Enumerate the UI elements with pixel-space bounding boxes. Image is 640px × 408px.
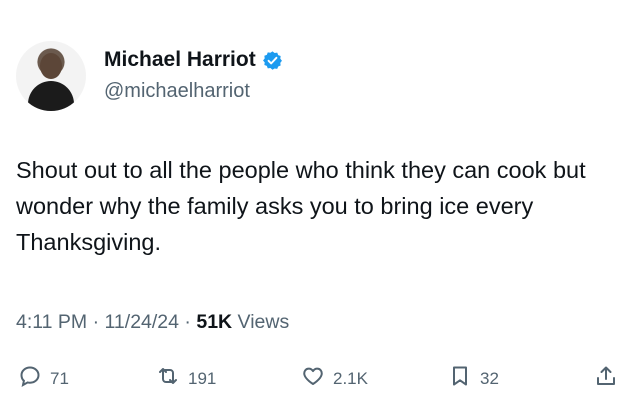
like-button[interactable]: 2.1K: [301, 364, 368, 393]
author-name[interactable]: Michael Harriot: [104, 48, 256, 72]
tweet-time[interactable]: 4:11 PM: [16, 311, 87, 333]
avatar-body: [28, 81, 74, 111]
views-label: Views: [237, 311, 290, 333]
avatar[interactable]: [16, 41, 86, 111]
repost-count: 191: [188, 368, 217, 388]
bookmark-icon: [448, 364, 472, 393]
tweet-date[interactable]: 11/24/24: [105, 311, 179, 333]
meta-separator: ·: [184, 311, 197, 333]
tweet-text: Shout out to all the people who think th…: [16, 157, 586, 255]
reply-count: 71: [50, 368, 69, 388]
meta-separator: ·: [92, 311, 105, 333]
repost-button[interactable]: 191: [156, 364, 216, 393]
avatar-head: [40, 53, 62, 79]
action-bar: 71 191 2.1K 32: [16, 364, 624, 394]
verified-badge-icon: [262, 50, 283, 71]
share-icon: [594, 364, 618, 393]
like-icon: [301, 364, 325, 393]
repost-icon: [156, 364, 180, 393]
views-count: 51K: [196, 311, 233, 333]
bookmark-button[interactable]: 32: [448, 364, 499, 393]
bookmark-count: 32: [480, 368, 499, 388]
like-count: 2.1K: [333, 368, 368, 388]
reply-icon: [18, 364, 42, 393]
share-button[interactable]: [594, 364, 618, 393]
tweet-meta: 4:11 PM · 11/24/24 · 51K Views: [16, 311, 289, 334]
author-name-row: Michael Harriot: [104, 48, 283, 72]
reply-button[interactable]: 71: [18, 364, 69, 393]
author-handle[interactable]: @michaelharriot: [104, 80, 250, 103]
